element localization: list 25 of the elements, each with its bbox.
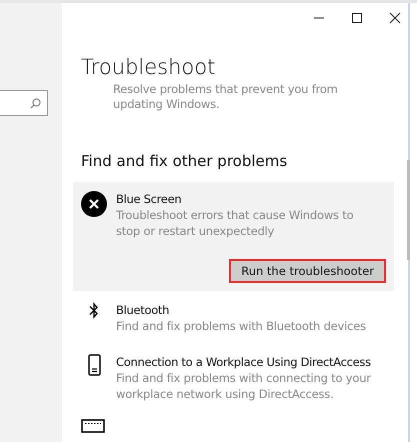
troubleshooter-item[interactable]: Connection to a Workplace Using DirectAccess Find and fix problems with connecting to your workplace network using DirectAccess. [73, 345, 394, 411]
item-description: Find and fix problems with connecting to your [116, 370, 371, 386]
item-title: Bluetooth [116, 302, 170, 318]
maximize-icon[interactable] [351, 12, 363, 24]
item-description: stop or restart unexpectedly [116, 223, 276, 239]
search-field[interactable] [0, 90, 48, 116]
troubleshooter-item[interactable]: Bluetooth Find and fix problems with Bluetooth devices [73, 293, 394, 343]
error-icon [81, 191, 107, 217]
phone-icon [88, 354, 100, 376]
run-troubleshooter-button[interactable]: Run the troubleshooter [229, 259, 386, 283]
page-title: Troubleshoot [81, 55, 216, 81]
keyboard-icon [81, 419, 105, 433]
close-icon[interactable] [389, 12, 401, 24]
bluetooth-icon [89, 302, 99, 319]
item-description: Resolve problems that prevent you from [113, 82, 339, 97]
item-title: Connection to a Workplace Using DirectAccess [116, 354, 371, 370]
item-description: Find and fix problems with Bluetooth devices [116, 318, 366, 334]
item-description: Troubleshoot errors that cause Windows to [116, 207, 354, 223]
item-description: workplace network using DirectAccess. [116, 386, 335, 402]
item-description: updating Windows. [113, 97, 220, 112]
item-title: Blue Screen [116, 191, 182, 207]
search-icon [30, 98, 41, 108]
scrollbar[interactable] [407, 160, 410, 260]
section-heading: Find and fix other problems [81, 152, 288, 170]
expanded-item-card[interactable]: Blue Screen Troubleshoot errors that cause Windows to stop or restart unexpectedly Run the troubleshooter [73, 182, 394, 291]
